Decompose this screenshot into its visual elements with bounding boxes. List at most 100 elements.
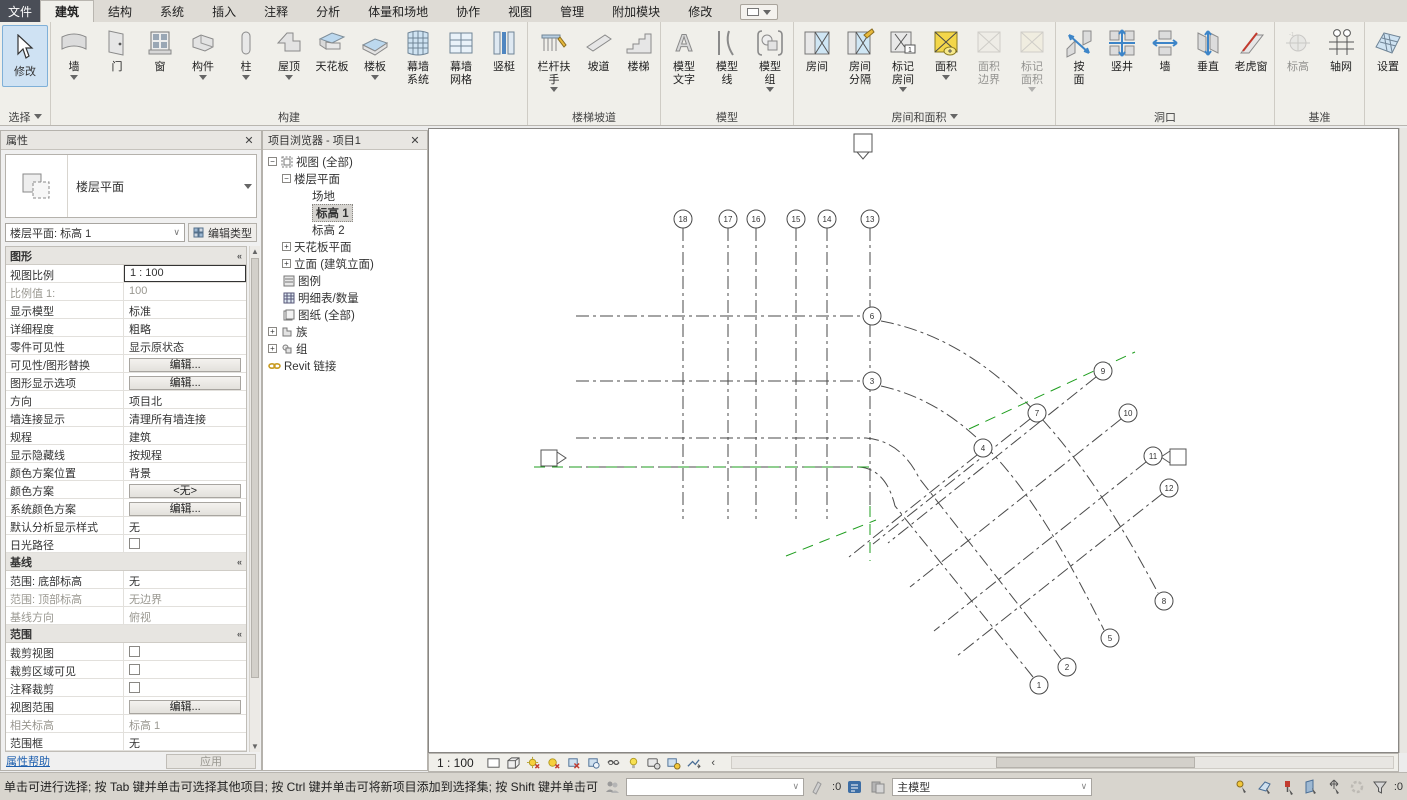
tree-item-ceiling-plans[interactable]: +天花板平面 <box>266 238 427 255</box>
edit-button[interactable]: 编辑... <box>129 700 241 714</box>
temporary-view-properties-icon[interactable] <box>645 755 662 770</box>
collapse-icon[interactable]: « <box>237 557 242 567</box>
prop-row-scope-box[interactable]: 范围框无 <box>6 733 246 751</box>
ribbon-display-toggle[interactable] <box>740 4 778 20</box>
tab-addins[interactable]: 附加模块 <box>598 0 674 22</box>
vertical-opening-button[interactable]: 垂直 <box>1187 23 1229 77</box>
tab-collaborate[interactable]: 协作 <box>442 0 494 22</box>
none-button[interactable]: <无> <box>129 484 241 498</box>
prop-row-color-scheme-location[interactable]: 颜色方案位置背景 <box>6 463 246 481</box>
reveal-hidden-elements-icon[interactable] <box>625 755 642 770</box>
prop-row-analysis-display[interactable]: 默认分析显示样式无 <box>6 517 246 535</box>
section-extents[interactable]: 范围« <box>6 625 246 643</box>
select-elements-by-face-icon[interactable] <box>1302 778 1320 796</box>
tree-item-views[interactable]: −视图 (全部) <box>266 153 427 170</box>
component-button[interactable]: 构件 <box>182 23 224 83</box>
editable-only-icon[interactable] <box>869 778 887 796</box>
expand-box-icon[interactable]: + <box>268 344 277 353</box>
crop-view-icon[interactable] <box>565 755 582 770</box>
view-scale-button[interactable]: 1 : 100 <box>433 756 482 770</box>
instance-combo[interactable]: 楼层平面: 标高 1∨ <box>5 223 185 242</box>
room-button[interactable]: 房间 <box>796 23 838 77</box>
tab-massing-site[interactable]: 体量和场地 <box>354 0 442 22</box>
tab-architecture[interactable]: 建筑 <box>40 0 94 22</box>
canvas-horizontal-scrollbar[interactable] <box>731 756 1394 769</box>
tab-modify[interactable]: 修改 <box>674 0 726 22</box>
elevation-marker-top[interactable] <box>854 134 872 159</box>
worksets-dialog-icon[interactable] <box>846 778 864 796</box>
prop-row-wall-join-display[interactable]: 墙连接显示清理所有墙连接 <box>6 409 246 427</box>
prop-row-discipline[interactable]: 规程建筑 <box>6 427 246 445</box>
drag-on-selection-icon[interactable] <box>1325 778 1343 796</box>
tree-item-groups[interactable]: +组 <box>266 340 427 357</box>
properties-help-link[interactable]: 属性帮助 <box>6 753 50 769</box>
workplane-set-button[interactable]: 设置 <box>1367 23 1407 77</box>
tab-view[interactable]: 视图 <box>494 0 546 22</box>
sun-path-icon[interactable] <box>525 755 542 770</box>
tree-item-sheets[interactable]: 图纸 (全部) <box>266 306 427 323</box>
column-button[interactable]: 柱 <box>225 23 267 83</box>
chevron-down-icon[interactable] <box>240 155 256 217</box>
prop-row-parts-visibility[interactable]: 零件可见性显示原状态 <box>6 337 246 355</box>
tree-item-revit-links[interactable]: Revit 链接 <box>266 357 427 374</box>
tag-room-button[interactable]: 1 标记 房间 <box>882 23 924 95</box>
expand-box-icon[interactable]: + <box>268 327 277 336</box>
collapse-box-icon[interactable]: − <box>282 174 291 183</box>
scrollbar-thumb[interactable] <box>996 757 1194 768</box>
prop-row-show-hidden-lines[interactable]: 显示隐藏线按规程 <box>6 445 246 463</box>
tab-annotate[interactable]: 注释 <box>250 0 302 22</box>
detail-level-icon[interactable] <box>505 755 522 770</box>
edit-button[interactable]: 编辑... <box>129 376 241 390</box>
tree-item-level1[interactable]: 标高 1 <box>266 204 427 221</box>
collapse-icon[interactable]: « <box>237 629 242 639</box>
dormer-button[interactable]: 老虎窗 <box>1230 23 1272 77</box>
pin-select-icon[interactable] <box>1279 778 1297 796</box>
checkbox[interactable] <box>129 646 140 657</box>
modify-button[interactable]: 修改 <box>2 25 48 87</box>
collapse-box-icon[interactable]: − <box>268 157 277 166</box>
apply-button[interactable]: 应用 <box>166 754 256 769</box>
section-graphics[interactable]: 图形« <box>6 247 246 265</box>
curtain-system-button[interactable]: 幕墙 系统 <box>397 23 439 89</box>
model-line-button[interactable]: 模型 线 <box>706 23 748 89</box>
tab-structure[interactable]: 结构 <box>94 0 146 22</box>
tree-item-elevations[interactable]: +立面 (建筑立面) <box>266 255 427 272</box>
design-options-combo[interactable]: 主模型∨ <box>892 778 1092 796</box>
edit-button[interactable]: 编辑... <box>129 502 241 516</box>
tab-systems[interactable]: 系统 <box>146 0 198 22</box>
grid-bubbles[interactable]: 181716151413639741011128521 <box>674 210 1178 694</box>
scroll-up-icon[interactable]: ▲ <box>250 246 260 257</box>
close-icon[interactable]: ✕ <box>242 134 256 147</box>
tree-item-families[interactable]: +族 <box>266 323 427 340</box>
chevron-down-icon[interactable] <box>950 114 958 119</box>
tab-insert[interactable]: 插入 <box>198 0 250 22</box>
elevation-marker-right[interactable] <box>1161 449 1186 465</box>
exclude-options-icon[interactable] <box>1233 778 1251 796</box>
scrollbar-thumb[interactable] <box>251 258 259 678</box>
shaft-button[interactable]: 竖井 <box>1101 23 1143 77</box>
temporary-hide-isolate-icon[interactable] <box>605 755 622 770</box>
wall-opening-button[interactable]: 墙 <box>1144 23 1186 77</box>
expand-box-icon[interactable]: + <box>282 242 291 251</box>
tab-manage[interactable]: 管理 <box>546 0 598 22</box>
type-selector[interactable]: 楼层平面 <box>5 154 257 218</box>
prop-row-view-scale[interactable]: 视图比例1 : 100 <box>6 265 246 283</box>
prop-row-detail-level[interactable]: 详细程度粗略 <box>6 319 246 337</box>
model-group-button[interactable]: 模型 组 <box>749 23 791 95</box>
tree-item-level2[interactable]: 标高 2 <box>266 221 427 238</box>
tree-item-legends[interactable]: 图例 <box>266 272 427 289</box>
ceiling-button[interactable]: 天花板 <box>311 23 353 77</box>
edit-linked-icon[interactable] <box>1256 778 1274 796</box>
prop-row-display-model[interactable]: 显示模型标准 <box>6 301 246 319</box>
door-button[interactable]: 门 <box>96 23 138 77</box>
tree-item-schedules[interactable]: 明细表/数量 <box>266 289 427 306</box>
tree-item-floor-plans[interactable]: −楼层平面 <box>266 170 427 187</box>
show-crop-region-icon[interactable] <box>585 755 602 770</box>
section-underlay[interactable]: 基线« <box>6 553 246 571</box>
selection-filter-icon[interactable] <box>1371 778 1389 796</box>
drawing-area[interactable]: 181716151413639741011128521 <box>428 128 1399 753</box>
stair-button[interactable]: 楼梯 <box>619 23 658 77</box>
mullion-button[interactable]: 竖梃 <box>483 23 525 77</box>
prop-row-orientation[interactable]: 方向项目北 <box>6 391 246 409</box>
window-button[interactable]: 窗 <box>139 23 181 77</box>
